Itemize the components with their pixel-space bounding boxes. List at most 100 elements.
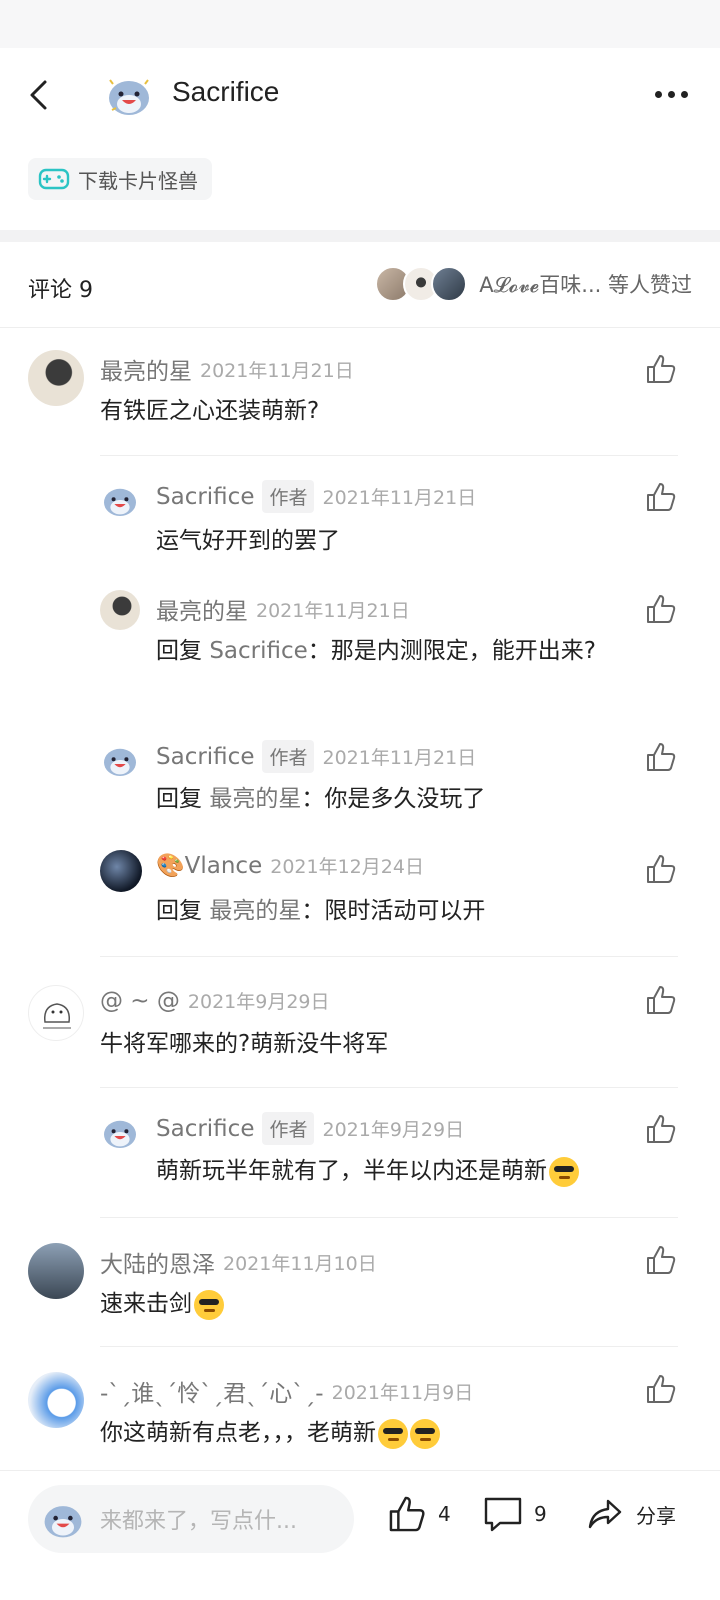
commenter-avatar[interactable] bbox=[28, 1243, 84, 1299]
comment-body: 速来击剑 bbox=[100, 1291, 192, 1317]
comment-separator bbox=[100, 956, 678, 957]
bottom-action-bar: 来都来了，写点什... 4 9 分享 bbox=[0, 1470, 720, 1566]
reply-date: 2021年11月21日 bbox=[322, 487, 477, 509]
thinking-emoji-icon bbox=[378, 1418, 408, 1449]
replier-name[interactable]: Sacrifice bbox=[156, 744, 254, 770]
thumbs-up-icon bbox=[647, 483, 676, 511]
status-bar bbox=[0, 0, 720, 48]
chevron-left-icon bbox=[30, 80, 47, 110]
reply-item: 最亮的星 2021年11月21日 回复 Sacrifice：那是内测限定，能开出… bbox=[0, 582, 720, 722]
comment-input[interactable]: 来都来了，写点什... bbox=[28, 1485, 354, 1553]
like-button[interactable] bbox=[644, 740, 678, 774]
comment-text[interactable]: 牛将军哪来的?萌新没牛将军 bbox=[100, 1025, 388, 1063]
reply-prefix: 回复 bbox=[156, 638, 210, 664]
like-button[interactable] bbox=[644, 1372, 678, 1406]
reply-date: 2021年11月21日 bbox=[256, 599, 410, 622]
like-button[interactable] bbox=[644, 352, 678, 386]
replier-avatar[interactable] bbox=[100, 590, 140, 630]
thumbs-up-icon bbox=[647, 1375, 676, 1403]
back-button[interactable] bbox=[22, 74, 56, 116]
reply-prefix: 回复 bbox=[156, 898, 210, 924]
replier-name[interactable]: Sacrifice bbox=[156, 484, 254, 510]
reply-text[interactable]: 回复 最亮的星：你是多久没玩了 bbox=[156, 780, 485, 818]
commenter-avatar[interactable] bbox=[28, 1372, 84, 1428]
comment-item: @ ~ @ 2021年9月29日 牛将军哪来的?萌新没牛将军 bbox=[0, 975, 720, 1085]
replier-avatar[interactable] bbox=[100, 740, 140, 780]
reply-body: ：你是多久没玩了 bbox=[301, 786, 486, 812]
like-button[interactable] bbox=[644, 592, 678, 626]
reply-mention[interactable]: 最亮的星 bbox=[209, 786, 301, 812]
author-badge: 作者 bbox=[262, 1112, 315, 1145]
reply-body: 萌新玩半年就有了，半年以内还是萌新 bbox=[156, 1158, 547, 1184]
reply-mention[interactable]: 最亮的星 bbox=[209, 898, 301, 924]
author-name[interactable]: Sacrifice bbox=[172, 76, 279, 108]
comment-date: 2021年11月9日 bbox=[331, 1381, 474, 1404]
reply-mention[interactable]: Sacrifice bbox=[209, 638, 307, 664]
commenter-name[interactable]: @ ~ @ bbox=[100, 988, 180, 1014]
reply-text[interactable]: 运气好开到的罢了 bbox=[156, 522, 340, 560]
replier-avatar[interactable] bbox=[100, 480, 140, 520]
reply-date: 2021年12月24日 bbox=[270, 856, 424, 878]
author-badge: 作者 bbox=[262, 740, 315, 773]
liker-avatar bbox=[431, 266, 468, 302]
comment-post-button[interactable]: 9 bbox=[482, 1493, 547, 1535]
like-button[interactable] bbox=[644, 1243, 678, 1277]
share-label: 分享 bbox=[636, 1503, 676, 1528]
thumbs-up-icon bbox=[647, 1246, 676, 1274]
like-button[interactable] bbox=[644, 852, 678, 886]
likers-text: A𝓛𝓸𝓿𝓮百味... 等人赞过 bbox=[479, 273, 692, 297]
comment-text[interactable]: 速来击剑 bbox=[100, 1285, 224, 1323]
reply-prefix: 回复 bbox=[156, 786, 210, 812]
reply-item: Sacrifice 作者 2021年9月29日 萌新玩半年就有了，半年以内还是萌… bbox=[0, 1102, 720, 1212]
likers-row[interactable]: A𝓛𝓸𝓿𝓮百味... 等人赞过 bbox=[375, 266, 692, 302]
more-button[interactable] bbox=[650, 82, 692, 106]
comment-count: 9 bbox=[534, 1502, 547, 1526]
replier-name[interactable]: 最亮的星 bbox=[156, 592, 248, 626]
like-button[interactable] bbox=[644, 480, 678, 514]
reply-text[interactable]: 回复 最亮的星：限时活动可以开 bbox=[156, 892, 485, 930]
commenter-name[interactable]: -ˋˏ谁ˎˊ怜ˋˏ君ˎˊ心ˋˏ- bbox=[100, 1374, 324, 1408]
sketch-avatar-icon bbox=[43, 1003, 71, 1029]
post-header: Sacrifice bbox=[0, 48, 720, 144]
replier-name[interactable]: 🎨Vlance bbox=[156, 852, 262, 879]
thinking-emoji-icon bbox=[410, 1418, 440, 1449]
thumbs-up-icon bbox=[647, 595, 676, 623]
like-post-button[interactable]: 4 bbox=[386, 1493, 451, 1535]
comment-item: -ˋˏ谁ˎˊ怜ˋˏ君ˎˊ心ˋˏ- 2021年11月9日 你这萌新有点老，，，老萌… bbox=[0, 1362, 720, 1470]
replier-avatar[interactable] bbox=[100, 850, 142, 892]
reply-item: 🎨Vlance 2021年12月24日 回复 最亮的星：限时活动可以开 bbox=[0, 842, 720, 942]
comment-body: 你这萌新有点老，，，老萌新 bbox=[100, 1420, 376, 1446]
commenter-avatar[interactable] bbox=[28, 985, 84, 1041]
reply-text[interactable]: 回复 Sacrifice：那是内测限定，能开出来? bbox=[156, 632, 636, 670]
share-arrow-icon bbox=[588, 1499, 622, 1529]
share-button[interactable]: 分享 bbox=[584, 1493, 676, 1535]
comment-date: 2021年11月21日 bbox=[200, 359, 354, 382]
download-game-label: 下载卡片怪兽 bbox=[78, 168, 198, 193]
like-button[interactable] bbox=[644, 1112, 678, 1146]
commenter-name[interactable]: 大陆的恩泽 bbox=[100, 1245, 215, 1279]
like-button[interactable] bbox=[644, 983, 678, 1017]
comment-input-placeholder: 来都来了，写点什... bbox=[100, 1509, 297, 1534]
replier-avatar[interactable] bbox=[100, 1112, 140, 1152]
thumbs-up-icon bbox=[647, 986, 676, 1014]
reply-separator bbox=[100, 455, 678, 456]
thumbs-up-icon bbox=[647, 743, 676, 771]
comment-date: 2021年11月10日 bbox=[223, 1252, 377, 1275]
author-avatar[interactable] bbox=[104, 70, 154, 120]
comment-text[interactable]: 你这萌新有点老，，，老萌新 bbox=[100, 1414, 440, 1452]
like-count: 4 bbox=[438, 1502, 451, 1526]
comment-item: 大陆的恩泽 2021年11月10日 速来击剑 bbox=[0, 1233, 720, 1343]
thumbs-up-icon bbox=[389, 1496, 425, 1532]
commenter-avatar[interactable] bbox=[28, 350, 84, 406]
reply-text[interactable]: 萌新玩半年就有了，半年以内还是萌新 bbox=[156, 1152, 579, 1190]
commenter-name[interactable]: 最亮的星 bbox=[100, 352, 192, 386]
comment-separator bbox=[100, 1217, 678, 1218]
download-game-chip[interactable]: 下载卡片怪兽 bbox=[28, 158, 212, 200]
reply-item: Sacrifice 作者 2021年11月21日 运气好开到的罢了 bbox=[0, 470, 720, 570]
comment-text[interactable]: 有铁匠之心还装萌新? bbox=[100, 392, 319, 430]
thumbs-up-icon bbox=[647, 855, 676, 883]
reply-body: ：那是内测限定，能开出来? bbox=[307, 638, 596, 664]
comment-date: 2021年9月29日 bbox=[187, 991, 330, 1013]
comments-count-title: 评论 9 bbox=[28, 278, 93, 303]
replier-name[interactable]: Sacrifice bbox=[156, 1116, 254, 1142]
